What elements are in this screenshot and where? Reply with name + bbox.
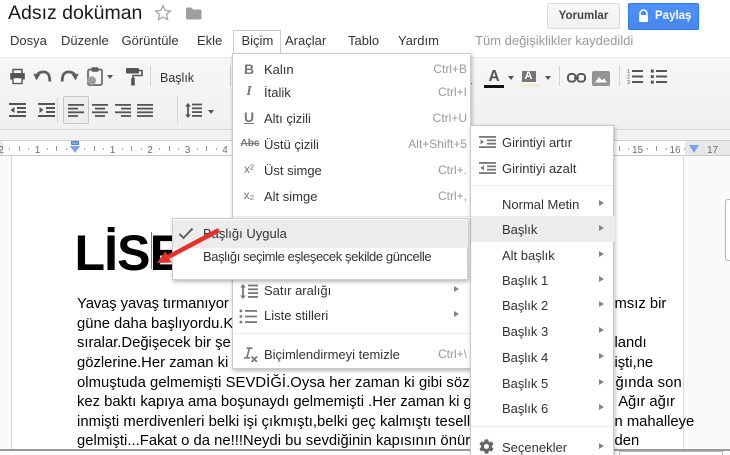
svg-text:3: 3 bbox=[627, 80, 630, 84]
